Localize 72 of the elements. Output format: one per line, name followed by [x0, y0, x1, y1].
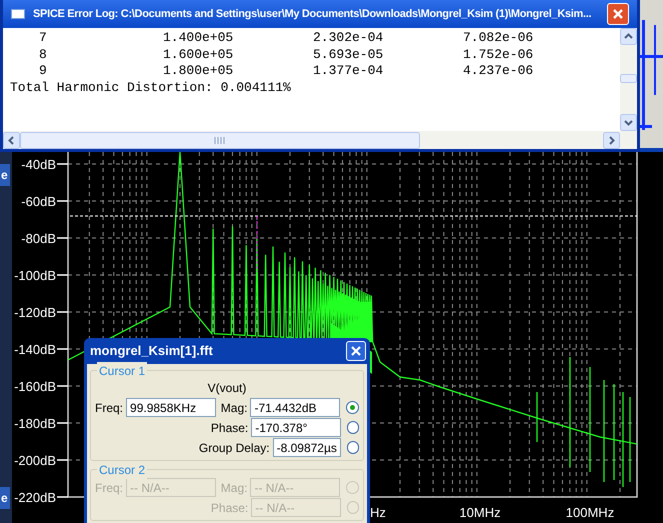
table-cell-text: 9 [39, 63, 48, 80]
table-cell-text: 4.237e-06 [463, 63, 534, 80]
y-axis-label: -160dB [14, 379, 56, 394]
tick-mark [57, 237, 68, 239]
field-label: Phase: [210, 420, 248, 436]
x-axis-label: 10MHz [459, 505, 501, 520]
tick-mark [57, 163, 68, 165]
field-label: Mag: [220, 480, 248, 496]
tick-mark [57, 459, 68, 461]
x-axis-label: Hz [370, 505, 386, 520]
y-axis-label: -60dB [21, 194, 56, 209]
scroll-left-icon[interactable] [3, 132, 20, 148]
field-label: Group Delay: [198, 440, 270, 456]
y-axis-label: -220dB [14, 490, 56, 505]
title-fragment-text: e [1, 168, 8, 182]
table-cell-text: 8 [39, 46, 48, 63]
field-label: Freq: [95, 480, 124, 496]
tick-mark [57, 200, 68, 202]
window-title: SPICE Error Log: C:\Documents and Settings\user\My Documents\Downloads\Mongrel_Ksim (1)\Mongrel_Ksim... [33, 6, 592, 22]
close-icon [612, 8, 624, 20]
title-bar-fragment [0, 487, 10, 509]
tick-mark [57, 348, 68, 350]
close-button[interactable] [607, 3, 629, 25]
radio-button[interactable] [346, 501, 359, 514]
dialog-title: mongrel_Ksim[1].fft [90, 342, 213, 360]
trace-name: V(vout) [208, 380, 246, 397]
title-fragment-text: e [1, 491, 8, 505]
scroll-up-icon[interactable] [620, 28, 637, 45]
radio-button[interactable] [346, 481, 359, 494]
table-cell-text: 1.600e+05 [163, 46, 234, 63]
y-axis-label: -200dB [14, 453, 56, 468]
table-cell-text: 7.082e-06 [463, 30, 534, 46]
scroll-thumb-icon[interactable] [20, 132, 420, 148]
title-bar-fragment [0, 164, 10, 186]
close-icon [350, 345, 362, 357]
table-cell-text: 1.400e+05 [163, 30, 234, 46]
y-axis-label: -120dB [14, 305, 56, 320]
y-axis-label: -100dB [14, 268, 56, 283]
x-axis-label: 100MHz [566, 505, 614, 520]
value-field[interactable]: -71.4432dB [250, 398, 340, 417]
value-field[interactable]: 99.9858KHz [126, 398, 216, 417]
table-cell-text: 1.377e-04 [313, 63, 384, 80]
tick-mark [57, 274, 68, 276]
vertical-scrollbar[interactable] [620, 28, 637, 131]
table-cell-text: 7 [39, 30, 48, 46]
tick-mark [57, 422, 68, 424]
summary-text: Total Harmonic Distortion: 0.004111% [9, 80, 292, 96]
y-axis-label: -80dB [21, 231, 56, 246]
value-field[interactable]: -8.09872µs [272, 438, 341, 457]
table-cell-text: 1.800e+05 [163, 63, 234, 80]
tick-mark [57, 385, 68, 387]
tick-mark [57, 496, 68, 498]
tick-mark [57, 311, 68, 313]
scroll-right-icon[interactable] [603, 132, 620, 148]
radio-button[interactable] [346, 421, 359, 434]
horizontal-scrollbar[interactable] [3, 131, 637, 149]
field-label: Phase: [210, 500, 248, 516]
field-label: Mag: [220, 400, 248, 416]
scroll-down-icon[interactable] [620, 114, 637, 131]
table-cell-text: 5.693e-05 [313, 46, 384, 63]
table-cell-text: 1.752e-06 [463, 46, 534, 63]
y-axis-label: -140dB [14, 342, 56, 357]
window-icon [11, 9, 25, 19]
radio-button[interactable] [346, 401, 359, 414]
radio-button[interactable] [346, 441, 359, 454]
value-field[interactable]: -170.378° [251, 418, 341, 437]
scroll-thumb-icon[interactable] [620, 74, 637, 86]
table-cell-text: 2.302e-04 [313, 30, 384, 46]
field-label: Freq: [95, 400, 124, 416]
y-axis-label: -40dB [21, 157, 56, 172]
close-button[interactable] [346, 341, 366, 361]
y-axis-label: -180dB [14, 416, 56, 431]
